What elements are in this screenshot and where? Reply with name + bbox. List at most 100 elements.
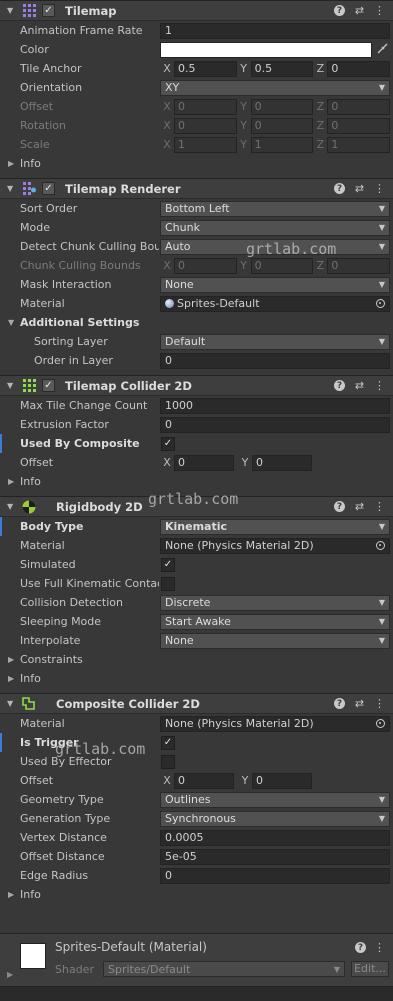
sleeping-mode-row: Sleeping Mode Start Awake ▼ — [0, 612, 393, 631]
mask-interaction-dropdown[interactable]: None ▼ — [160, 276, 390, 293]
tilemap-collider-header[interactable]: ▼ ✓ Tilemap Collider 2D ? ⇄ ⋮ — [0, 375, 393, 396]
more-menu-icon[interactable]: ⋮ — [374, 500, 385, 513]
field-label: Mask Interaction — [20, 278, 112, 291]
sorting-layer-dropdown[interactable]: Default ▼ — [160, 333, 390, 350]
material-thumbnail[interactable] — [20, 943, 46, 969]
dropdown-value: Discrete — [165, 596, 211, 609]
field-label: Animation Frame Rate — [20, 24, 143, 37]
tilemap-collider-enable-checkbox[interactable]: ✓ — [42, 379, 55, 392]
offset-z-field: 0 — [327, 98, 391, 115]
object-picker-icon[interactable] — [376, 541, 385, 550]
dropdown-arrow-icon: ▼ — [378, 814, 385, 823]
simulated-checkbox[interactable]: ✓ — [161, 557, 175, 572]
sorting-layer-row: Sorting Layer Default ▼ — [0, 332, 393, 351]
foldout-arrow-icon[interactable]: ▼ — [7, 502, 17, 511]
tilemap-enable-checkbox[interactable]: ✓ — [42, 4, 55, 17]
constraints-foldout[interactable]: ▶ Constraints — [0, 650, 393, 669]
help-icon[interactable]: ? — [334, 698, 345, 709]
preset-sliders-icon[interactable]: ⇄ — [354, 500, 365, 513]
axis-label: Z — [316, 100, 325, 113]
help-icon[interactable]: ? — [334, 5, 345, 16]
max-tile-change-field[interactable]: 1000 — [160, 397, 390, 414]
eyedropper-icon[interactable] — [377, 42, 388, 57]
tile-anchor-x-field[interactable]: 0.5 — [174, 60, 237, 77]
help-icon[interactable]: ? — [334, 380, 345, 391]
rb-material-object-field[interactable]: None (Physics Material 2D) — [160, 537, 390, 554]
info-foldout[interactable]: ▶ Info — [0, 472, 393, 491]
offset-x-field: 0 — [174, 98, 237, 115]
foldout-arrow-icon[interactable]: ▼ — [7, 184, 17, 193]
geometry-type-dropdown[interactable]: Outlines ▼ — [160, 791, 390, 808]
simulated-row: Simulated ✓ — [0, 555, 393, 574]
extrusion-factor-field[interactable]: 0 — [160, 416, 390, 433]
help-icon[interactable]: ? — [334, 183, 345, 194]
body-type-dropdown[interactable]: Kinematic ▼ — [160, 518, 390, 535]
component-title: Tilemap Collider 2D — [65, 378, 192, 393]
help-icon[interactable]: ? — [334, 501, 345, 512]
tilemap-renderer-header[interactable]: ▼ ✓ Tilemap Renderer ? ⇄ ⋮ — [0, 178, 393, 199]
tilemap-header[interactable]: ▼ ✓ Tilemap ? ⇄ ⋮ — [0, 0, 393, 21]
foldout-arrow-icon[interactable]: ▼ — [7, 6, 17, 15]
full-kinematic-checkbox[interactable] — [161, 576, 175, 591]
vertex-distance-field[interactable]: 0.0005 — [160, 829, 390, 846]
interpolate-dropdown[interactable]: None ▼ — [160, 632, 390, 649]
override-indicator — [0, 517, 2, 536]
info-foldout[interactable]: ▶ Info — [0, 669, 393, 688]
more-menu-icon[interactable]: ⋮ — [374, 941, 385, 954]
field-label: Color — [20, 43, 49, 56]
more-menu-icon[interactable]: ⋮ — [374, 379, 385, 392]
tile-anchor-z-field[interactable]: 0 — [327, 60, 391, 77]
animation-frame-rate-field[interactable]: 1 — [160, 22, 390, 39]
sort-order-dropdown[interactable]: Bottom Left ▼ — [160, 200, 390, 217]
axis-label: X — [163, 774, 171, 787]
object-picker-icon[interactable] — [376, 719, 385, 728]
field-label: Use Full Kinematic Contac — [20, 577, 159, 590]
watermark-text: grtlab.com — [55, 740, 146, 758]
edit-shader-button[interactable]: Edit... — [351, 961, 389, 977]
sleeping-mode-dropdown[interactable]: Start Awake ▼ — [160, 613, 390, 630]
axis-label: X — [163, 100, 171, 113]
orientation-dropdown[interactable]: XY ▼ — [160, 79, 390, 96]
foldout-arrow-icon[interactable]: ▼ — [7, 699, 17, 708]
more-menu-icon[interactable]: ⋮ — [374, 182, 385, 195]
used-by-composite-checkbox[interactable]: ✓ — [161, 436, 175, 451]
foldout-arrow-icon[interactable]: ▼ — [7, 381, 17, 390]
used-by-effector-checkbox[interactable] — [161, 754, 175, 769]
cc-offset-x-field[interactable]: 0 — [174, 772, 234, 789]
help-icon[interactable]: ? — [355, 942, 366, 953]
field-label: Sort Order — [20, 202, 78, 215]
cc-offset-y-field[interactable]: 0 — [252, 772, 312, 789]
mode-dropdown[interactable]: Chunk ▼ — [160, 219, 390, 236]
tilemap-renderer-enable-checkbox[interactable]: ✓ — [42, 182, 55, 195]
additional-settings-foldout[interactable]: ▼ Additional Settings — [0, 313, 393, 332]
rotation-z-field: 0 — [327, 117, 391, 134]
collider-offset-y-field[interactable]: 0 — [252, 454, 312, 471]
order-in-layer-field[interactable]: 0 — [160, 352, 390, 369]
dropdown-value: Kinematic — [165, 520, 228, 533]
preset-sliders-icon[interactable]: ⇄ — [354, 379, 365, 392]
preset-sliders-icon[interactable]: ⇄ — [354, 182, 365, 195]
info-foldout[interactable]: ▶ Info — [0, 154, 393, 173]
shader-dropdown[interactable]: Sprites/Default ▼ — [103, 961, 345, 977]
more-menu-icon[interactable]: ⋮ — [374, 4, 385, 17]
shader-label: Shader — [55, 963, 94, 976]
generation-type-dropdown[interactable]: Synchronous ▼ — [160, 810, 390, 827]
material-object-field[interactable]: Sprites-Default — [160, 295, 390, 312]
cc-material-object-field[interactable]: None (Physics Material 2D) — [160, 715, 390, 732]
tile-anchor-y-field[interactable]: 0.5 — [250, 60, 314, 77]
object-picker-icon[interactable] — [376, 299, 385, 308]
composite-collider-header[interactable]: ▼ Composite Collider 2D ? ⇄ ⋮ — [0, 693, 393, 714]
collider-offset-x-field[interactable]: 0 — [174, 454, 234, 471]
preset-sliders-icon[interactable]: ⇄ — [354, 697, 365, 710]
axis-label: X — [163, 138, 171, 151]
field-label: Info — [20, 888, 41, 901]
foldout-collapsed-icon[interactable]: ▶ — [7, 970, 13, 979]
preset-sliders-icon[interactable]: ⇄ — [354, 4, 365, 17]
edge-radius-field[interactable]: 0 — [160, 867, 390, 884]
color-swatch[interactable] — [160, 41, 372, 58]
collision-detection-dropdown[interactable]: Discrete ▼ — [160, 594, 390, 611]
offset-distance-field[interactable]: 5e-05 — [160, 848, 390, 865]
more-menu-icon[interactable]: ⋮ — [374, 697, 385, 710]
is-trigger-checkbox[interactable]: ✓ — [161, 735, 175, 750]
info-foldout[interactable]: ▶ Info — [0, 885, 393, 904]
